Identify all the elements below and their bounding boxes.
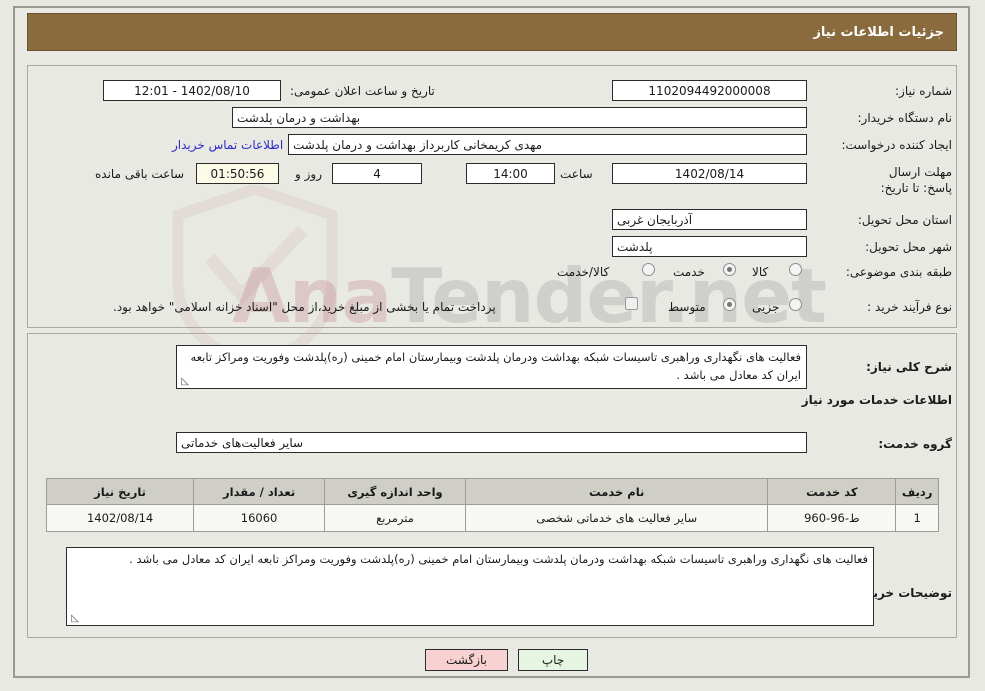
announce-label: تاریخ و ساعت اعلان عمومی:: [290, 84, 435, 98]
buyer-org-value: بهداشت و درمان پلدشت: [232, 107, 807, 128]
buyer-notes-text: فعالیت های نگهداری وراهبری تاسیسات شبکه …: [129, 552, 868, 566]
need-number-value: 1102094492000008: [612, 80, 807, 101]
category-label-kala-khedmat: کالا/خدمت: [557, 265, 610, 279]
th-service-name: نام خدمت: [464, 478, 769, 505]
province-value: آذربایجان غربی: [612, 209, 807, 230]
hour-label: ساعت: [560, 167, 593, 181]
treasury-docs-label: پرداخت تمام یا بخشی از مبلغ خرید،از محل …: [113, 300, 496, 314]
process-label-motavaset: متوسط: [668, 300, 706, 314]
th-row-no: ردیف: [895, 478, 939, 505]
days-remaining-value: 4: [332, 163, 422, 184]
page-title: جزئیات اطلاعات نیاز: [813, 24, 944, 40]
back-button[interactable]: بازگشت: [425, 649, 508, 671]
category-label: طبقه بندی موضوعی:: [845, 265, 952, 279]
process-radio-jozi[interactable]: [789, 298, 802, 311]
cell-row-no: 1: [895, 504, 939, 532]
process-label: نوع فرآیند خرید :: [867, 300, 952, 314]
cell-service-code: ط-96-960: [767, 504, 897, 532]
hour-value: 14:00: [466, 163, 555, 184]
services-heading: اطلاعات خدمات مورد نیاز: [801, 393, 952, 407]
category-radio-kala[interactable]: [789, 263, 802, 276]
cell-service-name: سایر فعالیت های خدماتی شخصی: [464, 504, 769, 532]
service-group-value: سایر فعالیت‌های خدماتی: [176, 432, 807, 453]
days-label: روز و: [295, 167, 322, 181]
services-table: ردیف کد خدمت نام خدمت واحد اندازه گیری ت…: [45, 478, 939, 532]
announce-value: 1402/08/10 - 12:01: [103, 80, 281, 101]
cell-need-date: 1402/08/14: [45, 504, 195, 532]
need-number-label: شماره نیاز:: [895, 84, 952, 98]
description-textarea[interactable]: فعالیت های نگهداری وراهبری تاسیسات شبکه …: [176, 345, 807, 389]
resize-grip-icon[interactable]: ◺: [179, 377, 189, 387]
treasury-docs-checkbox[interactable]: [625, 297, 638, 310]
buyer-notes-textarea[interactable]: فعالیت های نگهداری وراهبری تاسیسات شبکه …: [66, 547, 874, 626]
table-row: 1 ط-96-960 سایر فعالیت های خدماتی شخصی م…: [45, 504, 939, 532]
category-radio-khedmat[interactable]: [723, 263, 736, 276]
city-value: پلدشت: [612, 236, 807, 257]
remaining-time-label: ساعت باقی مانده: [95, 167, 185, 181]
need-info-panel: [27, 65, 957, 328]
deadline-date-value: 1402/08/14: [612, 163, 807, 184]
process-radio-motavaset[interactable]: [723, 298, 736, 311]
process-label-jozi: جزیی: [752, 300, 780, 314]
creator-label: ایجاد کننده درخواست:: [841, 138, 952, 152]
cell-unit: مترمربع: [324, 504, 466, 532]
category-label-kala: کالا: [752, 265, 769, 279]
th-quantity: تعداد / مقدار: [193, 478, 325, 505]
th-unit: واحد اندازه گیری: [324, 478, 466, 505]
table-header-row: ردیف کد خدمت نام خدمت واحد اندازه گیری ت…: [45, 478, 939, 505]
page-title-bar: جزئیات اطلاعات نیاز: [27, 13, 957, 51]
th-service-code: کد خدمت: [767, 478, 897, 505]
print-button[interactable]: چاپ: [518, 649, 588, 671]
city-label: شهر محل تحویل:: [865, 240, 952, 254]
service-group-label: گروه خدمت:: [878, 437, 952, 451]
description-label: شرح کلی نیاز:: [866, 360, 952, 374]
category-radio-kala-khedmat[interactable]: [642, 263, 655, 276]
description-text: فعالیت های نگهداری وراهبری تاسیسات شبکه …: [190, 350, 801, 382]
buyer-contact-link[interactable]: اطلاعات تماس خریدار: [172, 138, 283, 152]
resize-grip-icon-2[interactable]: ◺: [69, 614, 79, 624]
page-root: AnaTender.net جزئیات اطلاعات نیاز شماره …: [0, 0, 985, 691]
creator-value: مهدی کریمخانی کاربرداز بهداشت و درمان پل…: [288, 134, 807, 155]
cell-quantity: 16060: [193, 504, 325, 532]
remaining-time-value: 01:50:56: [196, 163, 279, 184]
province-label: استان محل تحویل:: [857, 213, 952, 227]
buyer-org-label: نام دستگاه خریدار:: [857, 111, 953, 125]
th-need-date: تاریخ نیاز: [45, 478, 195, 505]
deadline-label: مهلت ارسال پاسخ: تا تاریخ:: [880, 165, 952, 196]
category-label-khedmat: خدمت: [673, 265, 705, 279]
